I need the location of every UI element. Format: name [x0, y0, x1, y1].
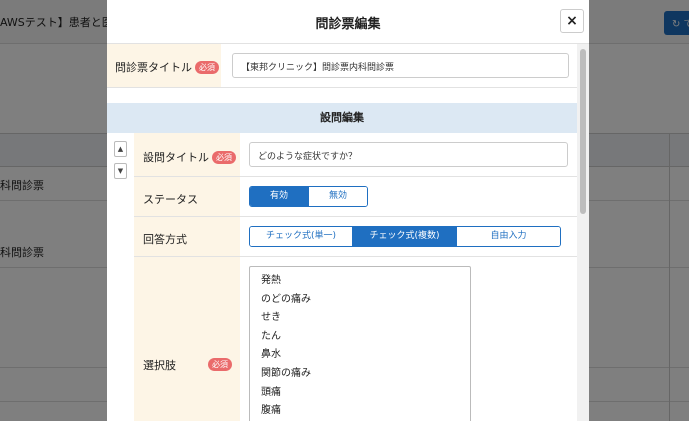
- choices-label-cell: 選択肢 必須: [134, 257, 240, 421]
- status-row: ステータス 有効 無効: [134, 177, 577, 217]
- choice-item: 発熱: [261, 275, 281, 286]
- answer-type-multiple-choice[interactable]: チェック式(複数): [353, 227, 457, 246]
- questionnaire-edit-modal: 問診票編集 × 問診票タイトル 必須 【東邦クリニック】問診票内科問診票 設問編集…: [107, 0, 589, 421]
- choice-item: 鼻水: [261, 349, 281, 361]
- questionnaire-title-label-cell: 問診票タイトル 必須: [107, 44, 221, 87]
- answer-type-free-input[interactable]: 自由入力: [457, 227, 560, 246]
- answer-type-single-choice[interactable]: チェック式(単一): [250, 227, 353, 246]
- required-badge: 必須: [195, 61, 219, 74]
- question-title-label-cell: 設問タイトル 必須: [134, 133, 240, 176]
- answer-type-selector: チェック式(単一) チェック式(複数) 自由入力: [249, 226, 561, 247]
- required-badge: 必須: [212, 151, 236, 164]
- choice-item: せき: [261, 312, 281, 324]
- modal-header: 問診票編集 ×: [107, 0, 589, 44]
- choice-item: のどの痛み: [261, 293, 311, 305]
- answer-type-label: 回答方式: [143, 233, 187, 246]
- move-up-icon[interactable]: ▲: [114, 141, 127, 157]
- answer-type-row: 回答方式 チェック式(単一) チェック式(複数) 自由入力: [134, 217, 577, 257]
- choice-item: 関節の痛み: [261, 367, 311, 379]
- questionnaire-title-input[interactable]: 【東邦クリニック】問診票内科問診票: [232, 53, 569, 78]
- question-title-input[interactable]: どのような症状ですか？: [249, 142, 568, 167]
- close-icon[interactable]: ×: [560, 9, 584, 33]
- section-header-question-edit: 設問編集: [107, 103, 577, 133]
- status-option-active[interactable]: 有効: [250, 187, 309, 206]
- choices-textarea[interactable]: 発熱 のどの痛み せき たん 鼻水 関節の痛み 頭痛 腹痛: [249, 266, 471, 421]
- choices-label: 選択肢: [143, 359, 176, 372]
- choice-item: たん: [261, 330, 281, 342]
- scrollbar-thumb[interactable]: [580, 49, 586, 214]
- questionnaire-title-label: 問診票タイトル 必須: [115, 59, 219, 75]
- choice-item: 腹痛: [261, 405, 281, 417]
- modal-title: 問診票編集: [315, 17, 381, 32]
- modal-scrollbar[interactable]: [577, 44, 589, 421]
- answer-type-label-cell: 回答方式: [134, 217, 240, 256]
- question-title-label: 設問タイトル 必須: [143, 149, 236, 165]
- move-down-icon[interactable]: ▼: [114, 163, 127, 179]
- status-label-cell: ステータス: [134, 177, 240, 216]
- choice-item: 頭痛: [261, 386, 281, 398]
- status-toggle: 有効 無効: [249, 186, 368, 207]
- required-badge: 必須: [208, 358, 232, 371]
- questionnaire-title-row: 問診票タイトル 必須 【東邦クリニック】問診票内科問診票: [107, 44, 577, 88]
- question-title-row: 設問タイトル 必須 どのような症状ですか？: [134, 133, 577, 177]
- status-option-inactive[interactable]: 無効: [309, 187, 367, 206]
- status-label: ステータス: [143, 193, 198, 206]
